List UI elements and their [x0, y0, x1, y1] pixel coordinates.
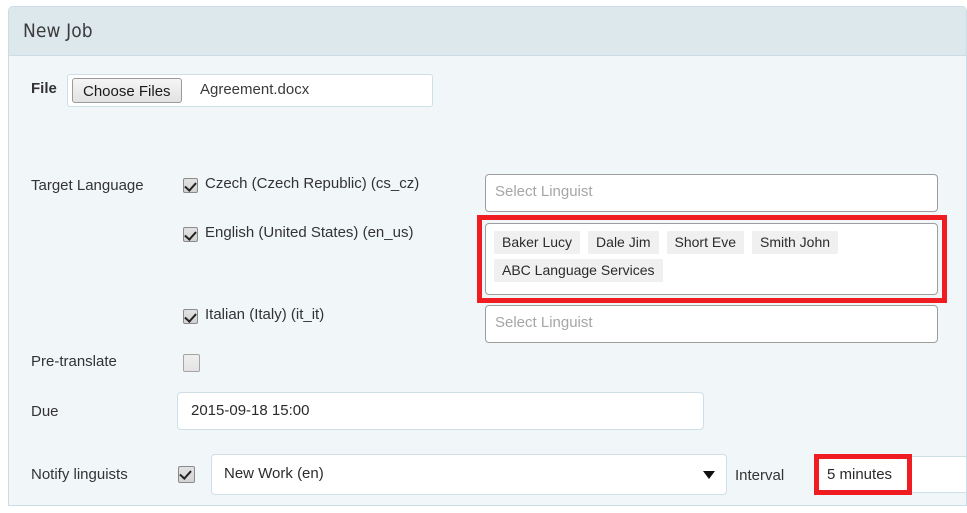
- chevron-down-icon: [703, 471, 715, 479]
- pre-translate-label: Pre-translate: [31, 353, 117, 370]
- linguist-placeholder-italian: Select Linguist: [495, 314, 593, 331]
- linguist-tag[interactable]: ABC Language Services: [494, 259, 663, 282]
- target-language-name-english: English (United States) (en_us): [205, 224, 413, 241]
- linguist-tag[interactable]: Short Eve: [667, 231, 744, 254]
- panel-body: File Choose Files Agreement.docx Target …: [9, 56, 966, 506]
- linguist-tag[interactable]: Dale Jim: [588, 231, 658, 254]
- interval-input[interactable]: 5 minutes: [815, 456, 967, 493]
- panel-header: New Job: [9, 7, 966, 56]
- linguist-select-italian[interactable]: Select Linguist: [485, 305, 938, 343]
- choose-files-button[interactable]: Choose Files: [72, 78, 182, 103]
- target-language-checkbox-english[interactable]: [183, 227, 198, 242]
- target-language-checkbox-czech[interactable]: [183, 178, 198, 193]
- target-language-checkbox-italian[interactable]: [183, 309, 198, 324]
- page-title: New Job: [23, 20, 93, 42]
- selected-file-name: Agreement.docx: [200, 81, 309, 98]
- target-language-label: Target Language: [31, 177, 144, 194]
- pre-translate-checkbox[interactable]: [183, 354, 200, 372]
- linguist-placeholder-czech: Select Linguist: [495, 183, 593, 200]
- linguist-tag[interactable]: Smith John: [752, 231, 838, 254]
- notify-linguists-label: Notify linguists: [31, 466, 128, 483]
- notify-template-select[interactable]: New Work (en): [211, 454, 727, 495]
- due-input[interactable]: 2015-09-18 15:00: [177, 392, 704, 430]
- linguist-tag-list: Baker Lucy Dale Jim Short Eve Smith John ABC…: [486, 224, 937, 294]
- linguist-select-english[interactable]: Baker Lucy Dale Jim Short Eve Smith John ABC…: [485, 223, 938, 295]
- linguist-tag[interactable]: Baker Lucy: [494, 231, 580, 254]
- notify-linguists-checkbox[interactable]: [178, 466, 195, 483]
- target-language-name-czech: Czech (Czech Republic) (cs_cz): [205, 175, 419, 192]
- notify-template-value: New Work (en): [224, 465, 324, 482]
- interval-label: Interval: [735, 467, 784, 484]
- target-language-name-italian: Italian (Italy) (it_it): [205, 306, 324, 323]
- new-job-panel: New Job File Choose Files Agreement.docx…: [8, 6, 967, 506]
- file-label: File: [31, 80, 57, 97]
- linguist-select-czech[interactable]: Select Linguist: [485, 174, 938, 212]
- file-input[interactable]: Choose Files Agreement.docx: [67, 74, 433, 107]
- due-label: Due: [31, 403, 59, 420]
